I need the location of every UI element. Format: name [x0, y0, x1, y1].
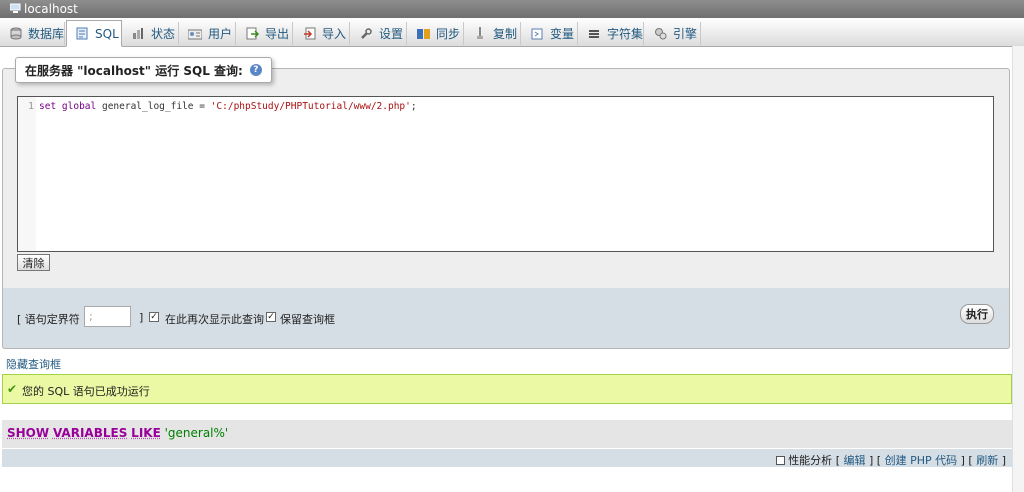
- code-keyword: set: [39, 101, 57, 112]
- bracket: [: [835, 453, 840, 467]
- wrench-icon: [359, 27, 373, 41]
- sync-icon: [416, 27, 430, 41]
- go-button[interactable]: 执行: [960, 304, 994, 324]
- tab-label: SQL: [95, 26, 119, 41]
- export-icon: [245, 27, 259, 41]
- sql-keyword-link[interactable]: LIKE: [131, 426, 161, 440]
- tab-label: 字符集: [606, 27, 643, 41]
- window-titlebar: localhost: [0, 0, 1024, 18]
- line-number: 1: [28, 101, 35, 112]
- variables-icon: [530, 27, 544, 41]
- tab-label: 同步: [436, 27, 461, 41]
- delimiter-input[interactable]: ;: [84, 306, 131, 327]
- main-tab-bar: 数据库 SQL 状态 用户 导出 导入 设置 同步 复制 变量 字符集 引擎: [0, 18, 1024, 47]
- import-icon: [302, 27, 316, 41]
- tab-users[interactable]: 用户: [180, 22, 236, 45]
- status-icon: [131, 27, 145, 41]
- tab-export[interactable]: 导出: [237, 22, 293, 45]
- sql-tools: 性能分析 [ 编辑 ] [ 创建 PHP 代码 ] [ 刷新 ]: [776, 452, 1006, 468]
- tab-import[interactable]: 导入: [294, 22, 350, 45]
- sql-string: 'general%': [164, 426, 229, 440]
- tab-replication[interactable]: 复制: [465, 22, 521, 45]
- bracket: ]: [1001, 453, 1006, 467]
- sql-editor[interactable]: 1 set global general_log_file = 'C:/phpS…: [17, 96, 994, 252]
- success-text: 您的 SQL 语句已成功运行: [22, 385, 150, 398]
- replication-icon: [473, 27, 487, 41]
- line-gutter: [18, 97, 36, 251]
- tab-label: 用户: [208, 27, 233, 41]
- clear-button[interactable]: 清除: [17, 254, 50, 271]
- help-icon[interactable]: ?: [249, 64, 262, 76]
- tab-label: 复制: [493, 27, 518, 41]
- tab-settings[interactable]: 设置: [351, 22, 407, 45]
- refresh-link[interactable]: 刷新: [976, 452, 998, 468]
- tab-engines[interactable]: 引擎: [645, 22, 701, 45]
- tab-label: 导入: [322, 27, 347, 41]
- keep-box-label: 保留查询框: [280, 313, 335, 326]
- sql-tools-row: 性能分析 [ 编辑 ] [ 创建 PHP 代码 ] [ 刷新 ]: [2, 449, 1012, 467]
- charset-icon: [587, 27, 601, 41]
- success-check-icon: ✔: [7, 382, 18, 396]
- executed-sql-box: SHOW VARIABLES LIKE 'general%': [2, 420, 1012, 448]
- success-message: ✔ 您的 SQL 语句已成功运行: [2, 374, 1012, 404]
- tab-label: 变量: [550, 27, 575, 41]
- sql-query-legend: 在服务器 "localhost" 运行 SQL 查询: ?: [15, 57, 272, 83]
- tab-label: 导出: [265, 27, 290, 41]
- tab-label: 设置: [379, 27, 404, 41]
- create-php-code-link[interactable]: 创建 PHP 代码: [885, 452, 958, 468]
- delimiter-close-bracket: ]: [139, 311, 144, 324]
- sql-keyword-link[interactable]: SHOW: [7, 426, 49, 440]
- window-title: localhost: [24, 2, 78, 16]
- code-terminator: ;: [410, 101, 417, 112]
- keep-box-checkbox[interactable]: ✓: [266, 312, 276, 322]
- tab-label: 数据库: [28, 27, 65, 41]
- sql-code-line[interactable]: set global general_log_file = 'C:/phpStu…: [39, 101, 417, 112]
- tab-label: 引擎: [673, 27, 698, 41]
- sql-icon: [75, 27, 89, 41]
- tab-sql[interactable]: SQL: [66, 20, 122, 47]
- separator: ] [: [960, 453, 973, 467]
- tab-label: 状态: [151, 27, 176, 41]
- show-again-label: 在此再次显示此查询: [165, 313, 264, 326]
- tab-charsets[interactable]: 字符集: [579, 22, 644, 45]
- hide-query-box-link[interactable]: 隐藏查询框: [6, 356, 61, 372]
- sql-keyword-link[interactable]: VARIABLES: [53, 426, 127, 440]
- separator: ] [: [868, 453, 882, 467]
- profiling-label: 性能分析: [788, 454, 833, 467]
- tab-variables[interactable]: 变量: [522, 22, 578, 45]
- edit-link[interactable]: 编辑: [843, 452, 865, 468]
- tab-databases[interactable]: 数据库: [2, 22, 65, 45]
- engine-icon: [653, 27, 667, 41]
- code-string: 'C:/phpStudy/PHPTutorial/www/2.php': [210, 101, 411, 112]
- profiling-checkbox[interactable]: [776, 455, 786, 465]
- legend-text: 在服务器 "localhost" 运行 SQL 查询:: [25, 63, 243, 78]
- tab-status[interactable]: 状态: [123, 22, 179, 45]
- code-keyword: global: [61, 101, 97, 112]
- executed-sql: SHOW VARIABLES LIKE 'general%': [7, 426, 228, 440]
- tab-sync[interactable]: 同步: [408, 22, 464, 45]
- database-icon: [10, 27, 22, 41]
- page-scrollbar[interactable]: [1012, 46, 1024, 492]
- code-operator: =: [199, 101, 205, 112]
- delimiter-label: [ 语句定界符: [17, 313, 80, 326]
- show-again-checkbox[interactable]: ✓: [149, 312, 159, 322]
- code-identifier: general_log_file: [101, 101, 194, 112]
- users-icon: [188, 27, 202, 41]
- server-icon: [10, 3, 21, 13]
